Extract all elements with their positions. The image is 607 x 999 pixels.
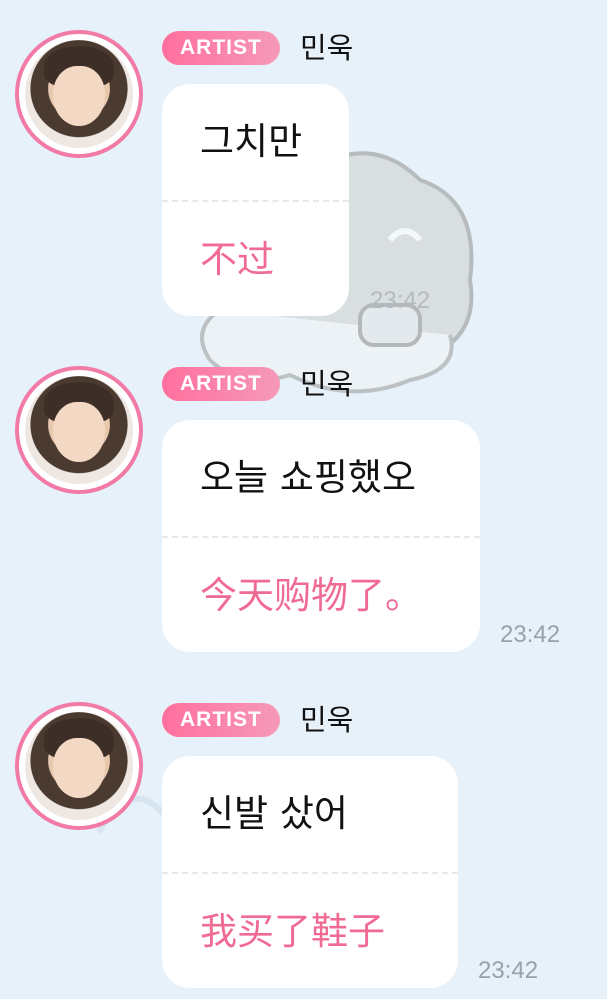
artist-badge: ARTIST [162, 367, 280, 401]
message-text-chinese: 不过 [200, 238, 274, 281]
sender-name: 민욱 [300, 31, 354, 65]
sender-name: 민욱 [300, 367, 354, 401]
message-bubble[interactable]: 신발 샀어 我买了鞋子 [162, 756, 458, 988]
bubble-divider [162, 200, 349, 202]
message-text-korean: 오늘 쇼핑했오 [200, 456, 417, 499]
bubble-divider [162, 872, 458, 874]
avatar[interactable] [15, 30, 143, 158]
message-time: 23:42 [370, 287, 431, 314]
message-text-chinese: 我买了鞋子 [200, 910, 385, 953]
message-time: 23:42 [500, 621, 561, 648]
bubble-divider [162, 536, 480, 538]
sender-name: 민욱 [300, 703, 354, 737]
artist-badge: ARTIST [162, 31, 280, 65]
message-time: 23:42 [478, 957, 539, 984]
avatar[interactable] [15, 702, 143, 830]
message-text-korean: 그치만 [200, 120, 303, 163]
message-text-korean: 신발 샀어 [200, 792, 348, 835]
message-text-chinese: 今天购物了。 [200, 574, 422, 617]
message-bubble[interactable]: 오늘 쇼핑했오 今天购物了。 [162, 420, 480, 652]
artist-badge: ARTIST [162, 703, 280, 737]
avatar[interactable] [15, 366, 143, 494]
message-bubble[interactable]: 그치만 不过 [162, 84, 349, 316]
